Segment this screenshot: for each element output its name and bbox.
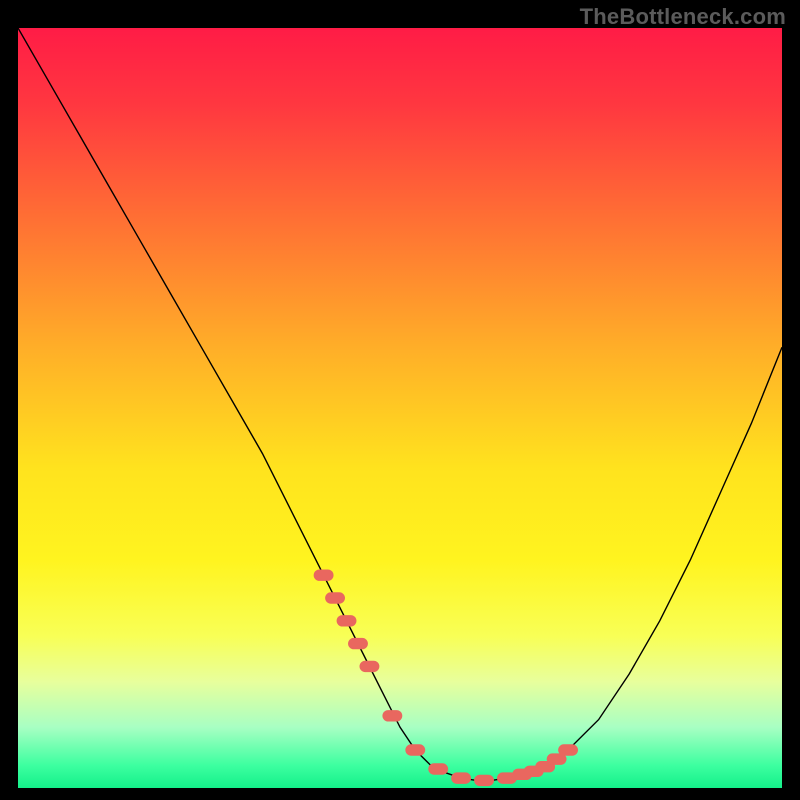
plot-area	[18, 28, 782, 788]
highlight-marker	[337, 615, 357, 626]
highlight-marker	[382, 710, 402, 721]
highlight-marker	[428, 763, 448, 774]
highlight-marker	[405, 744, 425, 755]
highlight-marker	[314, 570, 334, 581]
highlight-marker	[558, 744, 578, 755]
highlight-markers	[314, 570, 578, 787]
curve-layer	[18, 28, 782, 788]
highlight-marker	[360, 661, 380, 672]
bottleneck-curve	[18, 28, 782, 780]
attribution-label: TheBottleneck.com	[580, 4, 786, 30]
highlight-marker	[325, 592, 345, 603]
highlight-marker	[451, 772, 471, 783]
highlight-marker	[348, 638, 368, 649]
chart-frame: TheBottleneck.com	[0, 0, 800, 800]
highlight-marker	[474, 775, 494, 786]
